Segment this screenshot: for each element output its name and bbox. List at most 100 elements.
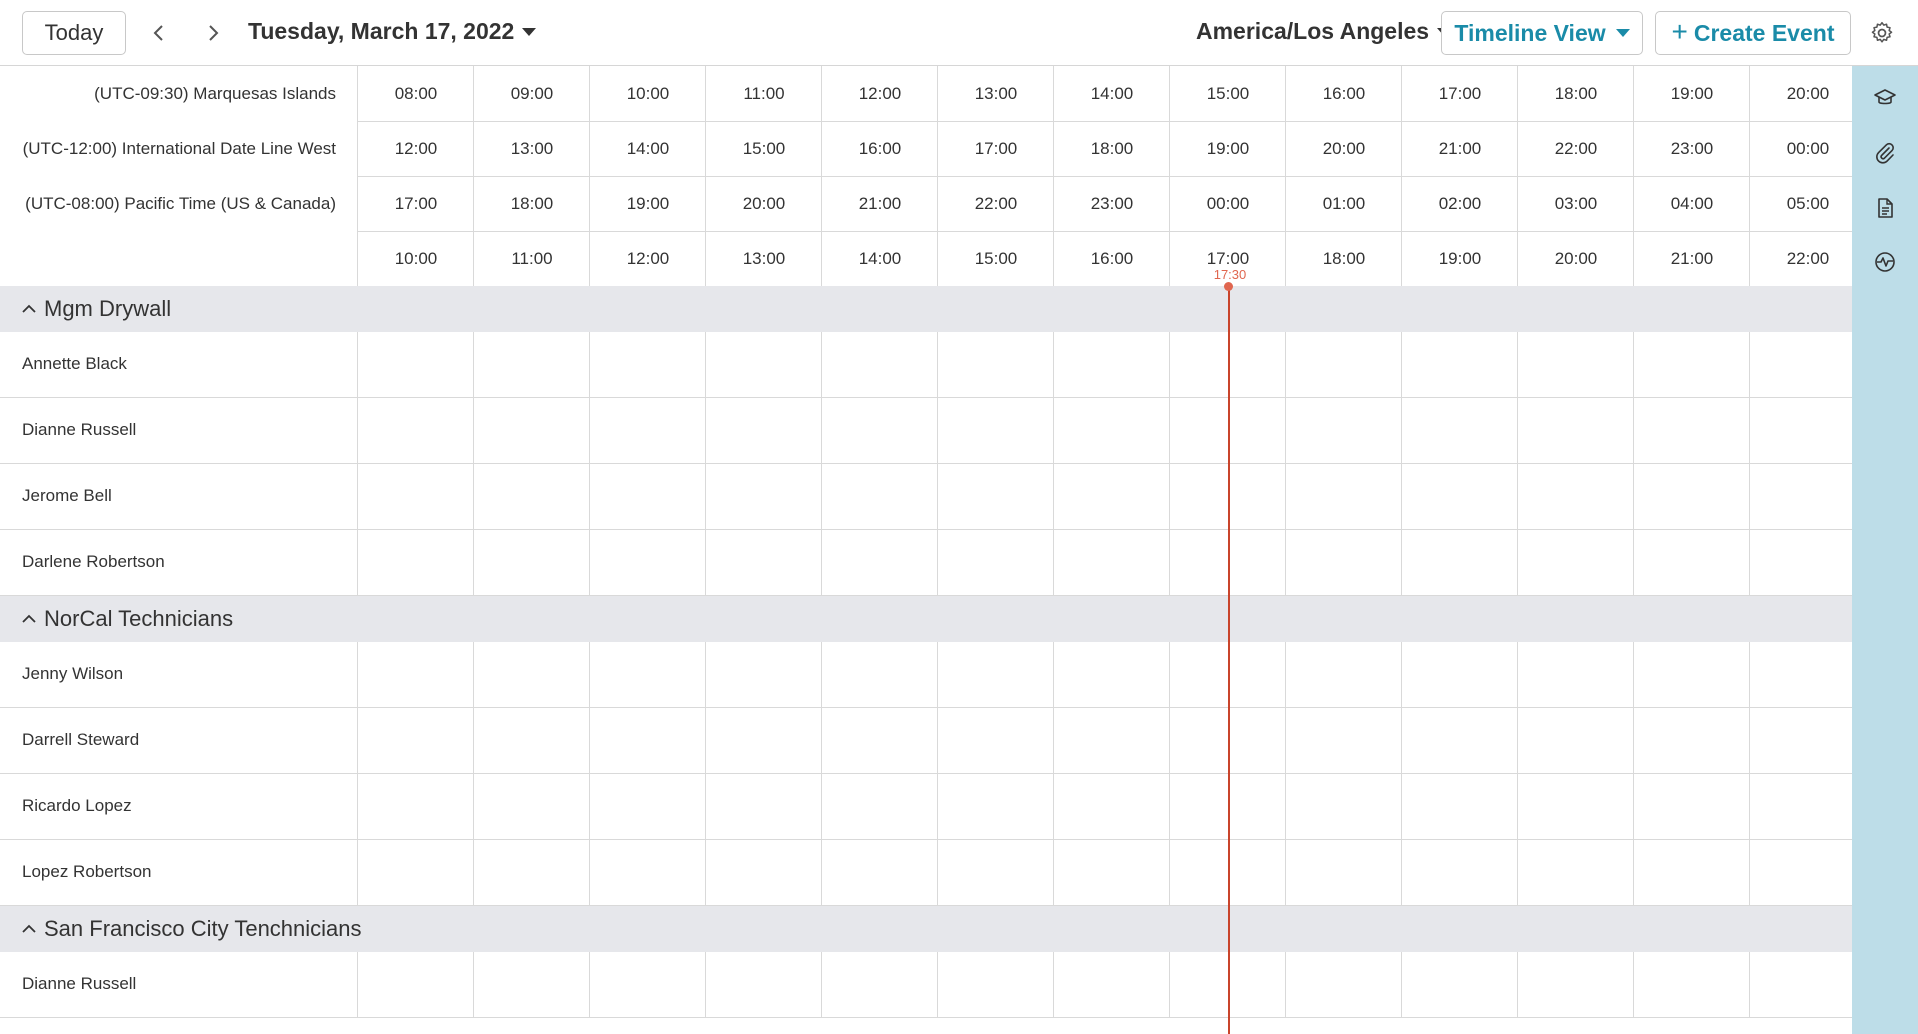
column-divider <box>589 398 590 464</box>
resource-name: Dianne Russell <box>22 974 137 993</box>
resource-name: Jenny Wilson <box>22 664 124 683</box>
resource-row[interactable]: Jerome Bell <box>0 464 1852 530</box>
hour-label: 20:00 <box>1786 84 1830 103</box>
column-divider <box>1401 332 1402 398</box>
timezone-selector[interactable]: America/Los Angeles <box>1196 18 1452 45</box>
group-header[interactable]: NorCal Technicians <box>0 596 1852 642</box>
column-divider <box>705 398 706 464</box>
chevron-left-icon <box>153 25 163 41</box>
group-header[interactable]: Mgm Drywall <box>0 286 1852 332</box>
hour-label: 11:00 <box>511 249 553 268</box>
group-header[interactable]: San Francisco City Tenchnicians <box>0 906 1852 952</box>
column-divider <box>705 332 706 398</box>
paperclip-icon[interactable] <box>1873 141 1897 165</box>
column-divider <box>937 398 938 464</box>
column-divider <box>1401 464 1402 530</box>
column-divider <box>1285 464 1286 530</box>
column-divider <box>473 464 474 530</box>
column-divider <box>357 774 358 840</box>
top-toolbar: Today Tuesday, March 17, 2022 America/Lo… <box>0 0 1918 66</box>
column-divider <box>1401 642 1402 708</box>
resource-row[interactable]: Darlene Robertson <box>0 530 1852 596</box>
column-divider <box>1169 464 1170 530</box>
hour-label: 23:00 <box>1090 194 1134 213</box>
column-divider <box>357 66 358 286</box>
hour-label: 18:00 <box>1322 249 1366 268</box>
column-divider <box>589 530 590 596</box>
column-divider <box>589 66 590 286</box>
column-divider <box>473 708 474 774</box>
resource-row[interactable]: Dianne Russell <box>0 952 1852 1018</box>
column-divider <box>937 66 938 286</box>
gear-icon[interactable] <box>1869 20 1895 46</box>
column-divider <box>937 840 938 906</box>
previous-day-button[interactable] <box>144 18 174 48</box>
column-divider <box>1749 840 1750 906</box>
resource-row[interactable]: Darrell Steward <box>0 708 1852 774</box>
hour-label: 16:00 <box>1322 84 1366 103</box>
resource-row[interactable]: Ricardo Lopez <box>0 774 1852 840</box>
column-divider <box>1401 840 1402 906</box>
view-label: Timeline View <box>1454 19 1606 46</box>
column-divider <box>705 66 706 286</box>
document-icon[interactable] <box>1873 196 1897 220</box>
chevron-up-icon <box>22 924 36 933</box>
resource-row[interactable]: Annette Black <box>0 332 1852 398</box>
column-divider <box>1749 66 1750 286</box>
column-divider <box>1749 952 1750 1018</box>
column-divider <box>1517 398 1518 464</box>
timezone-row-label: (UTC-09:30) Marquesas Islands <box>94 84 336 103</box>
create-event-button[interactable]: + Create Event <box>1655 11 1851 55</box>
column-divider <box>1285 952 1286 1018</box>
date-picker[interactable]: Tuesday, March 17, 2022 <box>248 18 537 45</box>
column-divider <box>1285 530 1286 596</box>
column-divider <box>357 332 358 398</box>
column-divider <box>1749 464 1750 530</box>
next-day-button[interactable] <box>198 18 228 48</box>
view-selector-button[interactable]: Timeline View <box>1441 11 1643 55</box>
activity-icon[interactable] <box>1873 250 1897 274</box>
column-divider <box>1053 464 1054 530</box>
hour-label: 20:00 <box>1322 139 1366 158</box>
column-divider <box>1053 952 1054 1018</box>
group-name: Mgm Drywall <box>44 296 172 321</box>
column-divider <box>1053 774 1054 840</box>
hour-label: 15:00 <box>742 139 786 158</box>
column-divider <box>1749 642 1750 708</box>
column-divider <box>1285 66 1286 286</box>
column-divider <box>1517 840 1518 906</box>
column-divider <box>1169 66 1170 286</box>
column-divider <box>705 530 706 596</box>
column-divider <box>1749 398 1750 464</box>
hour-label: 18:00 <box>1554 84 1598 103</box>
column-divider <box>473 66 474 286</box>
column-divider <box>1749 530 1750 596</box>
column-divider <box>1053 642 1054 708</box>
chevron-up-icon <box>22 614 36 623</box>
hour-label: 02:00 <box>1438 194 1482 213</box>
column-divider <box>473 952 474 1018</box>
timezone-row-label: (UTC-12:00) International Date Line West <box>22 139 336 158</box>
resource-row[interactable]: Lopez Robertson <box>0 840 1852 906</box>
graduation-cap-icon[interactable] <box>1873 86 1897 110</box>
resource-name: Darrell Steward <box>22 730 140 749</box>
column-divider <box>473 840 474 906</box>
column-divider <box>1517 708 1518 774</box>
hour-label: 19:00 <box>1438 249 1482 268</box>
column-divider <box>705 708 706 774</box>
hour-label: 10:00 <box>626 84 670 103</box>
today-button[interactable]: Today <box>22 11 126 55</box>
column-divider <box>1169 398 1170 464</box>
column-divider <box>705 464 706 530</box>
hour-label: 15:00 <box>1206 84 1250 103</box>
resource-row[interactable]: Jenny Wilson <box>0 642 1852 708</box>
hour-label: 09:00 <box>510 84 554 103</box>
column-divider <box>937 952 938 1018</box>
caret-down-icon <box>1615 29 1630 37</box>
resource-row[interactable]: Dianne Russell <box>0 398 1852 464</box>
column-divider <box>1053 332 1054 398</box>
column-divider <box>1169 530 1170 596</box>
resource-name: Dianne Russell <box>22 420 137 439</box>
hour-label: 20:00 <box>742 194 786 213</box>
hour-label: 03:00 <box>1554 194 1598 213</box>
